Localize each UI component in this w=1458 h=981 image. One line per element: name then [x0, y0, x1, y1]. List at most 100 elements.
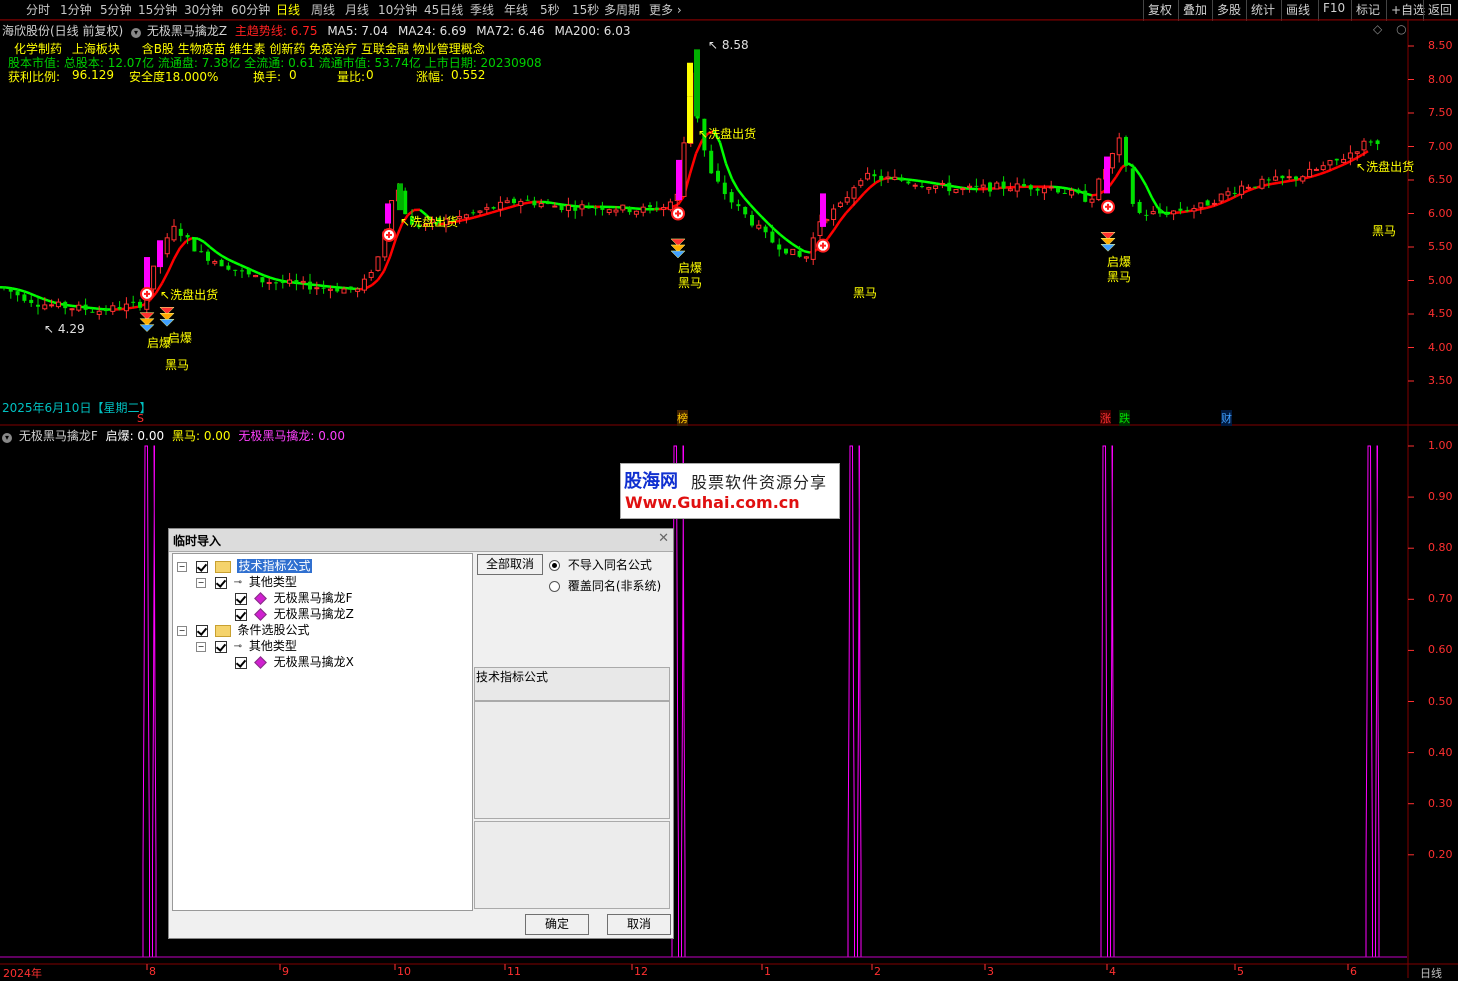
candle-body: [274, 282, 278, 283]
candle-body: [580, 205, 584, 209]
marker-zhang[interactable]: 涨: [1100, 410, 1111, 426]
candle-body: [63, 302, 67, 308]
candle-body: [70, 309, 74, 310]
checkbox-icon[interactable]: [235, 609, 247, 621]
candle-body: [1199, 203, 1203, 207]
cancel-button[interactable]: 取消: [607, 914, 671, 935]
candle-body: [9, 289, 13, 292]
candle-body: [1124, 137, 1128, 166]
candle-body: [866, 173, 870, 179]
marker-s[interactable]: S: [137, 412, 144, 425]
tree-node-formula-f[interactable]: 无极黑马擒龙F: [235, 589, 353, 605]
tree-node-other-type-1[interactable]: − ⊸ 其他类型: [196, 573, 297, 589]
collapse-icon[interactable]: −: [177, 562, 187, 572]
candle-body: [893, 177, 897, 179]
candle-body: [668, 202, 672, 210]
trend-line-segment: [168, 259, 174, 272]
candle-body: [226, 266, 230, 270]
candle-body: [723, 183, 727, 194]
tree-node-tech-formulas[interactable]: − 技术指标公式: [177, 557, 312, 573]
ok-button[interactable]: 确定: [525, 914, 589, 935]
cancel-all-button[interactable]: 全部取消: [477, 554, 543, 575]
trend-line-segment: [1056, 187, 1062, 188]
tree-node-other-type-2[interactable]: − ⊸ 其他类型: [196, 637, 297, 653]
trend-line-segment: [1110, 177, 1116, 185]
candle-body: [1008, 189, 1012, 191]
candle-body: [648, 205, 652, 207]
sub-indicator-dropdown-icon[interactable]: ▾: [2, 433, 12, 443]
radio-icon[interactable]: [549, 560, 560, 571]
candle-body: [988, 183, 992, 192]
trend-line-segment: [966, 188, 972, 189]
checkbox-icon[interactable]: [196, 561, 208, 573]
signal-candle: [694, 49, 700, 116]
checkbox-icon[interactable]: [215, 641, 227, 653]
trend-line-segment: [1272, 183, 1278, 184]
close-icon[interactable]: ✕: [658, 531, 669, 546]
candle-body: [22, 294, 26, 300]
candle-body: [97, 311, 101, 314]
candle-body: [940, 183, 944, 184]
price-tick-label: 7.00: [1428, 140, 1453, 153]
candle-body: [512, 199, 516, 203]
heima-label-2: 黑马: [678, 274, 702, 291]
candle-body: [526, 200, 530, 201]
tree-node-formula-x[interactable]: 无极黑马擒龙X: [235, 653, 354, 669]
price-tick-label: 7.50: [1428, 106, 1453, 119]
candle-body: [1144, 215, 1148, 216]
trend-line-segment: [48, 301, 54, 303]
candle-body: [213, 261, 217, 263]
candle-body: [335, 288, 339, 291]
trend-line-segment: [930, 183, 936, 184]
marker-cai[interactable]: 财: [1221, 410, 1232, 426]
sub-indicator-name[interactable]: 无极黑马擒龙F: [19, 429, 98, 443]
tree-label: 其他类型: [249, 639, 297, 653]
candle-body: [233, 270, 237, 271]
candle-body: [845, 198, 849, 203]
checkbox-icon[interactable]: [196, 625, 208, 637]
trend-line-segment: [276, 279, 282, 280]
sub-tick-label: 0.90: [1428, 490, 1453, 503]
marker-bang[interactable]: 榜: [677, 410, 688, 426]
collapse-icon[interactable]: −: [196, 578, 206, 588]
formula-icon: [254, 592, 267, 605]
candle-body: [1308, 169, 1312, 176]
formula-tree[interactable]: − 技术指标公式 − ⊸ 其他类型 无极黑马擒龙F 无极黑马擒龙Z − 条件选股…: [172, 553, 473, 911]
tree-node-formula-z[interactable]: 无极黑马擒龙Z: [235, 605, 354, 621]
option-overwrite[interactable]: 覆盖同名(非系统): [549, 577, 661, 594]
price-tick-label: 6.50: [1428, 173, 1453, 186]
trend-line-segment: [744, 198, 750, 205]
checkbox-icon[interactable]: [235, 657, 247, 669]
trend-line-segment: [546, 202, 552, 203]
temp-import-dialog[interactable]: 临时导入 ✕ − 技术指标公式 − ⊸ 其他类型 无极黑马擒龙F 无极黑马擒龙Z…: [168, 528, 674, 939]
candle-body: [1172, 211, 1176, 214]
dialog-titlebar[interactable]: 临时导入 ✕: [169, 529, 673, 552]
trend-line-segment: [1338, 164, 1344, 167]
trend-line-segment: [204, 242, 210, 247]
collapse-icon[interactable]: −: [196, 642, 206, 652]
checkbox-icon[interactable]: [235, 593, 247, 605]
marker-die[interactable]: 跌: [1119, 410, 1130, 426]
trend-line-segment: [1068, 189, 1074, 190]
candle-body: [220, 260, 224, 266]
trend-line-segment: [768, 223, 774, 229]
checkbox-icon[interactable]: [215, 577, 227, 589]
tree-node-condition-formulas[interactable]: − 条件选股公式: [177, 621, 310, 637]
candle-body: [1138, 202, 1142, 213]
candle-body: [600, 207, 604, 210]
trend-line-segment: [732, 179, 738, 190]
folder-icon: [215, 561, 231, 573]
candle-body: [1342, 159, 1346, 162]
trend-line-segment: [870, 183, 876, 188]
trend-line-segment: [18, 290, 24, 292]
price-tick-label: 5.00: [1428, 274, 1453, 287]
candle-body: [1015, 184, 1019, 191]
candle-body: [294, 280, 298, 283]
candle-body: [376, 257, 380, 271]
option-no-import[interactable]: 不导入同名公式: [549, 556, 652, 573]
candle-body: [1083, 191, 1087, 202]
candle-body: [1178, 209, 1182, 211]
radio-icon[interactable]: [549, 581, 560, 592]
candle-body: [1036, 189, 1040, 191]
collapse-icon[interactable]: −: [177, 626, 187, 636]
